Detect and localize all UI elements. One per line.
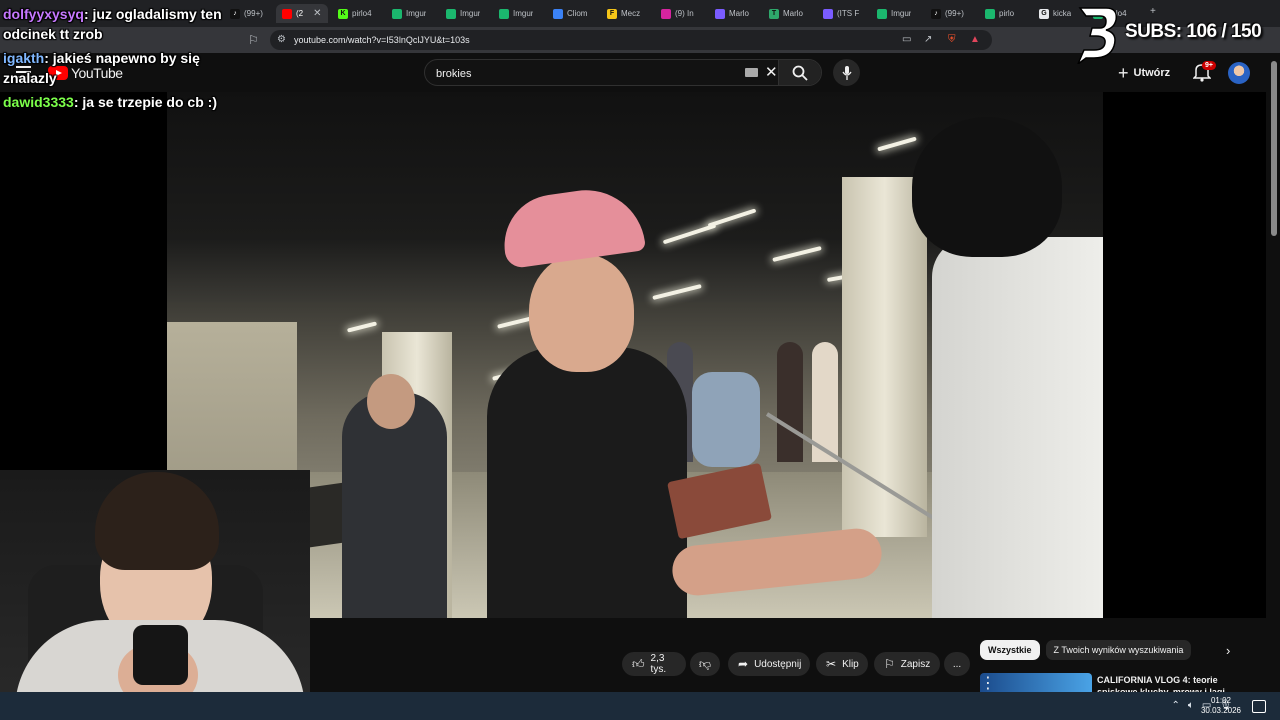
webcam-hair xyxy=(95,472,219,570)
search-input[interactable] xyxy=(434,64,738,83)
globe-icon xyxy=(553,8,563,19)
webcam-phone xyxy=(133,625,188,685)
search-box: ✕ xyxy=(424,59,822,86)
search-button[interactable] xyxy=(778,60,821,85)
share-button[interactable]: ➦ Udostępnij xyxy=(728,652,810,676)
scissors-icon: ✂ xyxy=(826,657,837,671)
tab-imgur-4[interactable]: Imgur xyxy=(877,4,911,23)
chat-message: dawid3333: ja se trzepie do cb :) xyxy=(3,94,217,110)
tab-its[interactable]: (ITS F xyxy=(823,4,859,23)
tab-kicka[interactable]: G kicka xyxy=(1039,4,1071,23)
related-filter-chips: Wszystkie Z Twoich wyników wyszukiwania xyxy=(980,640,1192,660)
clear-search-icon[interactable]: ✕ xyxy=(765,63,778,81)
instagram-icon xyxy=(661,8,671,19)
chip-all[interactable]: Wszystkie xyxy=(980,640,1040,660)
brave-shield-icon[interactable]: ⛨ xyxy=(948,34,956,45)
tab-marlo-2[interactable]: T Marlo xyxy=(769,4,803,23)
twitch-icon xyxy=(823,8,833,19)
video-frame-boy-head xyxy=(912,117,1062,257)
streamer-logo-icon xyxy=(1077,7,1118,64)
clip-button[interactable]: ✂ Klip xyxy=(816,652,868,676)
tt-icon: T xyxy=(769,8,779,19)
keyboard-icon[interactable] xyxy=(745,68,758,77)
chevron-right-icon[interactable]: › xyxy=(1226,643,1230,658)
close-tab-icon[interactable]: ✕ xyxy=(313,8,321,19)
chat-text: ja se trzepie do cb :) xyxy=(82,94,217,110)
cast-icon[interactable]: ▭ xyxy=(902,34,911,45)
speaker-icon[interactable]: 🔈︎ xyxy=(1188,700,1194,711)
tab-kick[interactable]: K pirlo4 xyxy=(338,4,372,23)
imgur-icon xyxy=(877,8,887,19)
youtube-icon xyxy=(282,8,292,19)
tab-tiktok-2[interactable]: ♪ (99+) xyxy=(931,4,964,23)
more-vert-icon[interactable]: ⋮ xyxy=(980,673,990,693)
video-frame-backpack xyxy=(692,372,760,467)
video-frame-man-left-head xyxy=(367,374,415,429)
subs-counter: SUBS: 106 / 150 xyxy=(1070,6,1280,66)
chat-message: igakth: jakieś napewno by się znalazly xyxy=(3,50,200,86)
chat-username: dolfyyxysyq xyxy=(3,6,84,22)
chat-username: igakth xyxy=(3,50,45,66)
tiktok-icon: ♪ xyxy=(931,8,941,19)
windows-taskbar: ⌃ 🔈︎ ▭ 🎙︎ xyxy=(0,692,1280,720)
thumbs-down-icon: 👎︎ xyxy=(698,656,712,671)
tab-pirlo[interactable]: pirlo xyxy=(985,4,1014,23)
bookmark-icon: ⚐ xyxy=(884,657,895,671)
page-scrollbar[interactable] xyxy=(1270,55,1278,692)
clock-date: 30.03.2026 xyxy=(1200,706,1242,715)
twitch-icon xyxy=(715,8,725,19)
scrollbar-thumb[interactable] xyxy=(1271,61,1277,236)
streamer-webcam xyxy=(0,470,310,720)
imgur-icon xyxy=(446,8,456,19)
url-text: youtube.com/watch?v=I53lnQclJYU&t=103s xyxy=(294,35,470,45)
tab-imgur-3[interactable]: Imgur xyxy=(499,4,533,23)
ceiling-light xyxy=(346,321,378,333)
google-icon: G xyxy=(1039,8,1049,19)
dislike-button[interactable]: 👎︎ xyxy=(690,652,720,676)
tab-youtube-active[interactable]: (2 ✕ xyxy=(276,4,328,23)
tab-imgur-1[interactable]: Imgur xyxy=(392,4,426,23)
video-thumbnail[interactable] xyxy=(980,673,1092,693)
chip-from-search[interactable]: Z Twoich wyników wyszukiwania xyxy=(1045,640,1192,660)
share-icon: ➦ xyxy=(738,657,749,671)
more-icon: ... xyxy=(952,658,962,670)
recommended-video[interactable]: CALIFORNIA VLOG 4: teorie spiskowe kluch… xyxy=(980,673,1240,693)
video-frame-jacket xyxy=(932,237,1103,618)
chat-username: dawid3333 xyxy=(3,94,74,110)
search-icon xyxy=(792,65,808,81)
kick-icon: K xyxy=(338,8,348,19)
omnibox[interactable]: ⚙ youtube.com/watch?v=I53lnQclJYU&t=103s… xyxy=(270,30,992,50)
thumbs-up-icon: 👍︎ xyxy=(632,656,645,671)
tab-instagram[interactable]: (9) In xyxy=(661,4,694,23)
microphone-icon xyxy=(841,65,852,80)
imgur-icon xyxy=(985,8,995,19)
voice-search-button[interactable] xyxy=(833,59,860,86)
imgur-icon xyxy=(392,8,402,19)
site-info-icon[interactable]: ⚙ xyxy=(277,34,286,45)
flashscore-icon: F xyxy=(607,8,617,19)
stream-chat-overlay: dolfyyxysyq: juz ogladalismy ten odcinek… xyxy=(3,4,263,116)
imgur-icon xyxy=(499,8,509,19)
save-button[interactable]: ⚐ Zapisz xyxy=(874,652,940,676)
video-frame-pillar xyxy=(842,177,927,537)
video-frame-man-main xyxy=(487,347,687,618)
clock-time: 01:02 xyxy=(1210,696,1232,705)
tab-cliom[interactable]: Cliom xyxy=(553,4,587,23)
taskbar-clock[interactable]: 01:02 30.03.2026 xyxy=(1200,696,1242,716)
tab-imgur-2[interactable]: Imgur xyxy=(446,4,480,23)
chevron-up-icon[interactable]: ⌃ xyxy=(1171,700,1179,711)
subs-counter-text: SUBS: 106 / 150 xyxy=(1125,21,1262,42)
more-actions-button[interactable]: ... xyxy=(944,652,970,676)
tab-marlo-1[interactable]: Marlo xyxy=(715,4,749,23)
notification-center-icon[interactable] xyxy=(1252,700,1266,713)
recommended-video-title[interactable]: CALIFORNIA VLOG 4: teorie spiskowe kluch… xyxy=(1097,674,1227,693)
share-page-icon[interactable]: ↗ xyxy=(924,34,932,45)
video-frame-man-head xyxy=(529,254,634,372)
tab-mecz[interactable]: F Mecz xyxy=(607,4,640,23)
like-button[interactable]: 👍︎ 2,3 tys. xyxy=(622,652,686,676)
rewards-icon[interactable]: ▲ xyxy=(970,34,980,45)
video-frame-person xyxy=(777,342,803,462)
chat-message: dolfyyxysyq: juz ogladalismy ten odcinek… xyxy=(3,6,222,42)
